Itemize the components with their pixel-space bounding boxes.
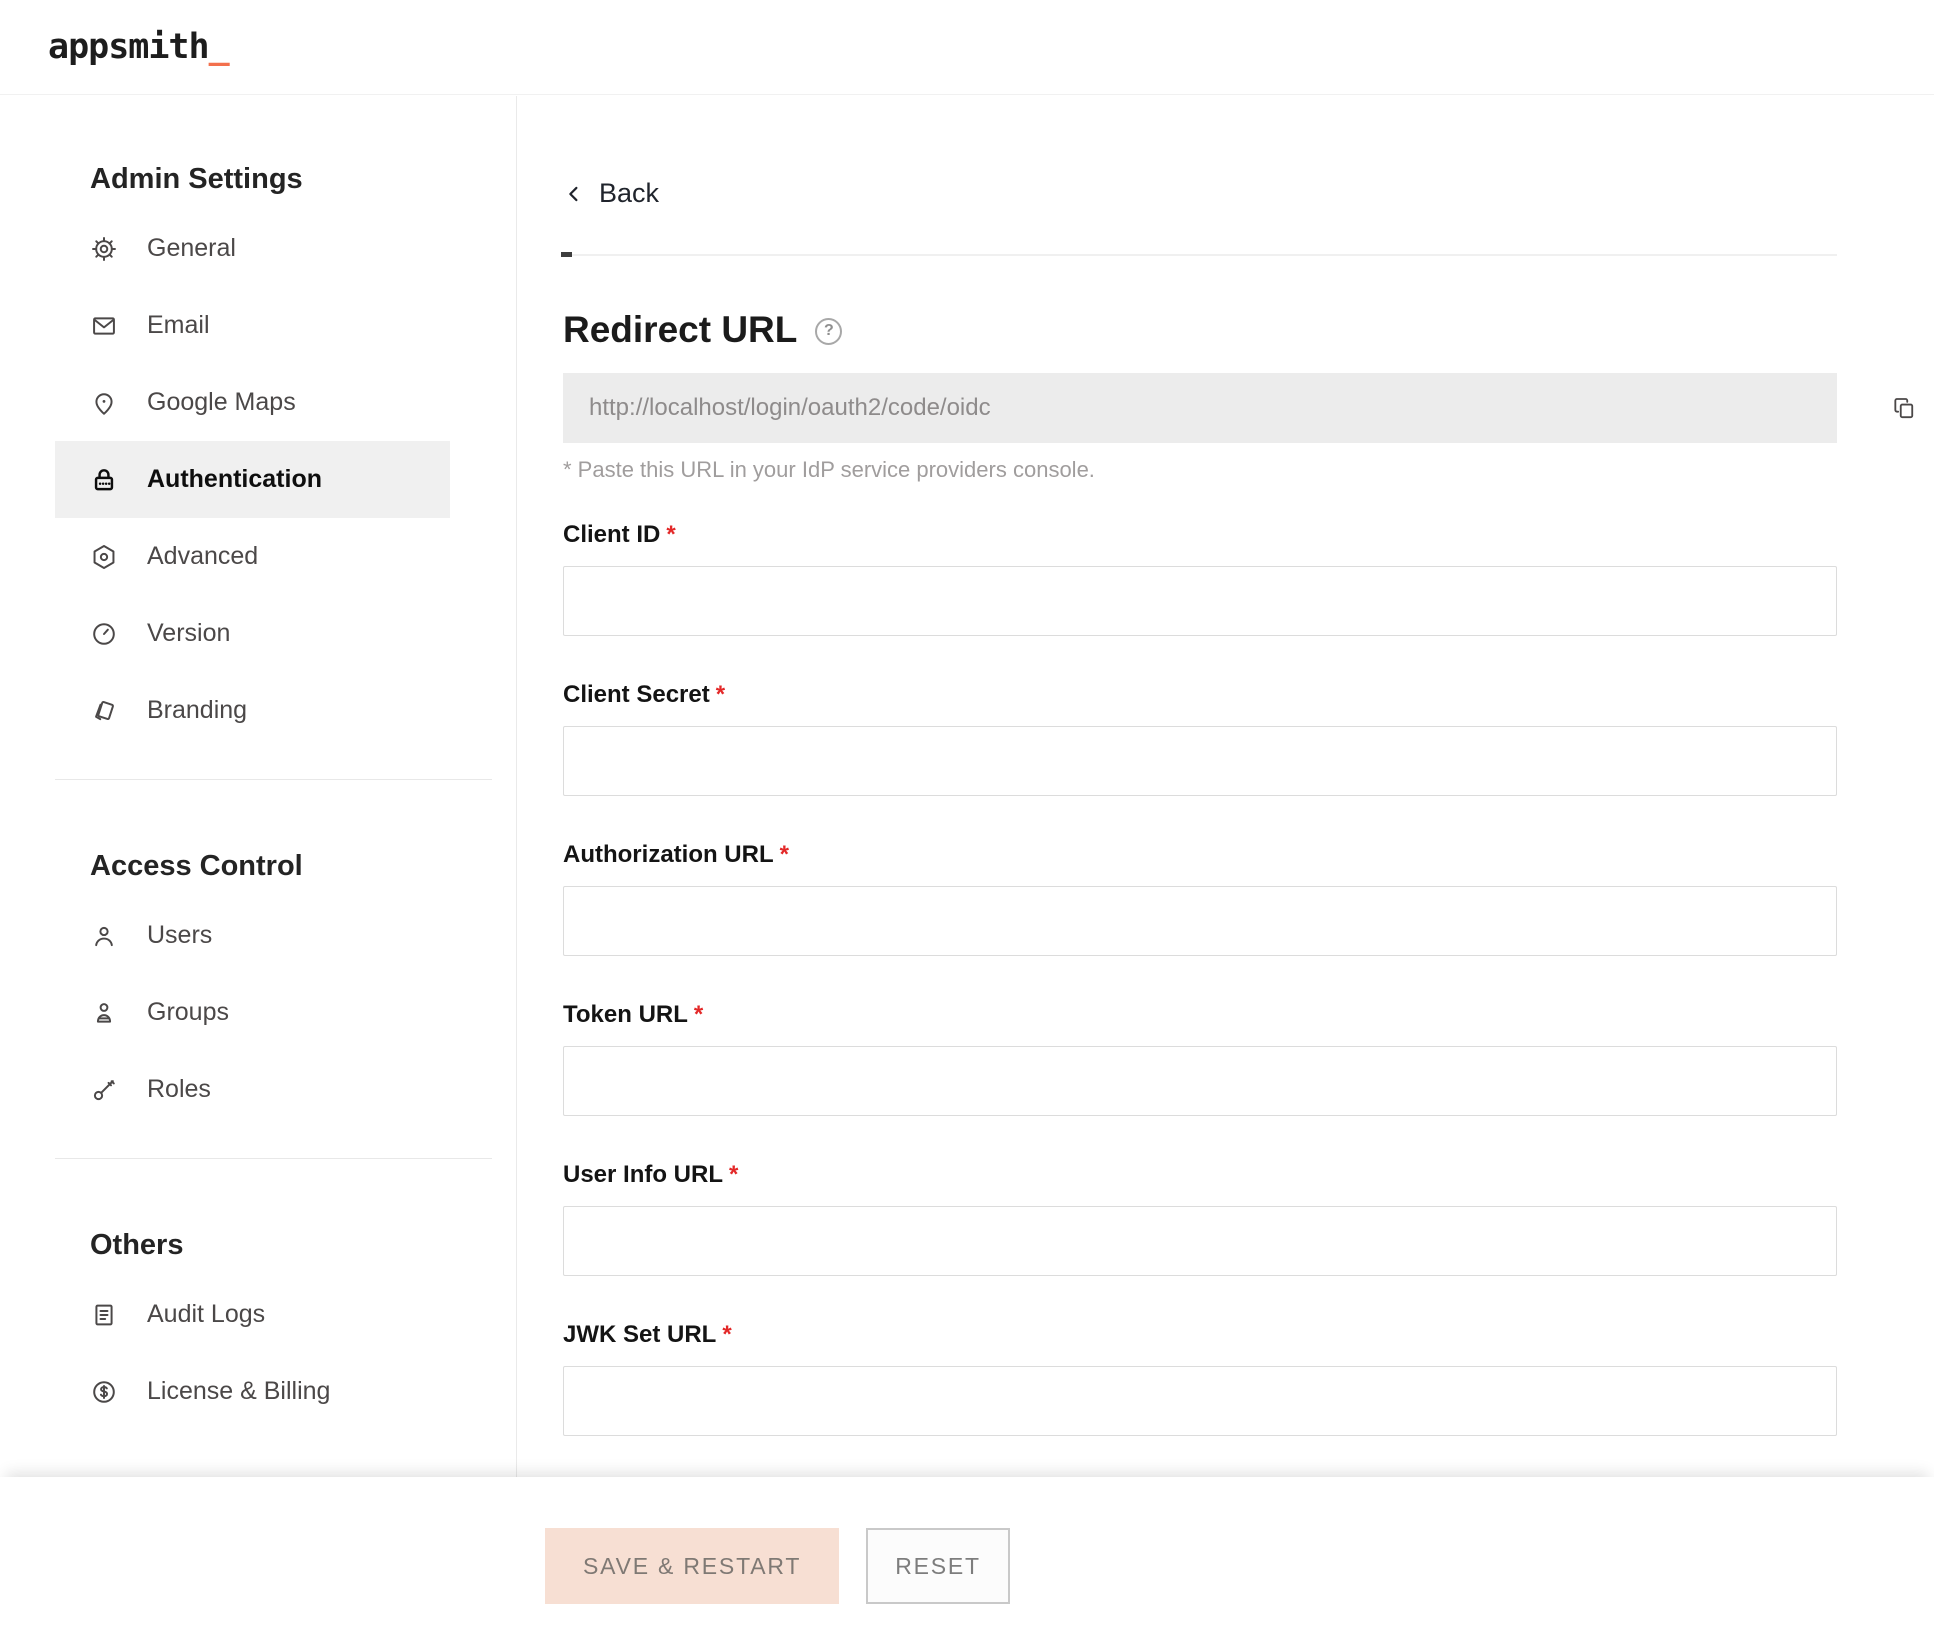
required-marker: * <box>666 521 675 548</box>
user-group-icon <box>90 999 118 1027</box>
required-marker: * <box>729 1161 738 1188</box>
reset-button[interactable]: RESET <box>866 1528 1010 1604</box>
required-marker: * <box>722 1321 731 1348</box>
logo-text: appsmith <box>48 27 209 67</box>
client-secret-input[interactable] <box>563 726 1837 796</box>
sidebar-section-access-control: Access Control <box>90 849 516 883</box>
sidebar-item-label: Groups <box>147 998 229 1027</box>
sidebar-item-label: Branding <box>147 696 247 725</box>
file-list-icon <box>90 1301 118 1329</box>
sidebar-item-label: General <box>147 234 236 263</box>
sidebar-item-license-billing[interactable]: License & Billing <box>0 1353 516 1430</box>
sidebar-item-audit-logs[interactable]: Audit Logs <box>0 1276 516 1353</box>
sidebar-item-users[interactable]: Users <box>0 897 516 974</box>
sidebar-item-label: Version <box>147 619 230 648</box>
lock-icon <box>90 466 118 494</box>
required-marker: * <box>694 1001 703 1028</box>
required-marker: * <box>780 841 789 868</box>
sidebar-item-version[interactable]: Version <box>0 595 516 672</box>
page-title: Redirect URL <box>563 308 797 352</box>
field-label: Authorization URL* <box>563 841 1837 869</box>
hexagon-nut-icon <box>90 543 118 571</box>
sidebar-item-general[interactable]: General <box>0 210 516 287</box>
divider-dash <box>561 252 572 257</box>
sidebar-item-advanced[interactable]: Advanced <box>0 518 516 595</box>
field-label: User Info URL* <box>563 1161 1837 1189</box>
sidebar: Admin Settings General Email Google Maps… <box>0 96 517 1477</box>
sidebar-item-roles[interactable]: Roles <box>0 1051 516 1128</box>
back-label: Back <box>599 178 659 209</box>
user-info-url-input[interactable] <box>563 1206 1837 1276</box>
field-client-secret: Client Secret* <box>563 681 1837 796</box>
required-marker: * <box>716 681 725 708</box>
copy-icon[interactable] <box>1891 395 1917 421</box>
chevron-left-icon <box>563 183 585 205</box>
back-button[interactable]: Back <box>563 178 659 209</box>
client-id-input[interactable] <box>563 566 1837 636</box>
field-token-url: Token URL* <box>563 1001 1837 1116</box>
token-url-input[interactable] <box>563 1046 1837 1116</box>
redirect-url-hint: * Paste this URL in your IdP service pro… <box>563 457 1934 483</box>
field-label: Token URL* <box>563 1001 1837 1029</box>
field-user-info-url: User Info URL* <box>563 1161 1837 1276</box>
swatch-icon <box>90 697 118 725</box>
mail-icon <box>90 312 118 340</box>
jwk-set-url-input[interactable] <box>563 1366 1837 1436</box>
field-authorization-url: Authorization URL* <box>563 841 1837 956</box>
sidebar-item-label: Advanced <box>147 542 258 571</box>
footer-action-bar: SAVE & RESTART RESET <box>0 1477 1934 1648</box>
sidebar-item-authentication[interactable]: Authentication <box>55 441 450 518</box>
sidebar-item-google-maps[interactable]: Google Maps <box>0 364 516 441</box>
dollar-circle-icon <box>90 1378 118 1406</box>
authorization-url-input[interactable] <box>563 886 1837 956</box>
section-divider <box>563 254 1837 256</box>
sidebar-item-label: License & Billing <box>147 1377 330 1406</box>
logo-underscore: _ <box>209 27 229 67</box>
sidebar-item-label: Authentication <box>147 465 322 494</box>
sidebar-item-label: Roles <box>147 1075 211 1104</box>
redirect-url-input[interactable] <box>563 373 1837 443</box>
sidebar-section-admin-settings: Admin Settings <box>90 162 516 196</box>
sidebar-divider <box>55 779 492 780</box>
sidebar-divider <box>55 1158 492 1159</box>
field-client-id: Client ID* <box>563 521 1837 636</box>
field-jwk-set-url: JWK Set URL* <box>563 1321 1837 1436</box>
save-restart-button[interactable]: SAVE & RESTART <box>545 1528 839 1604</box>
key-icon <box>90 1076 118 1104</box>
appsmith-logo: appsmith_ <box>48 27 229 67</box>
field-label: JWK Set URL* <box>563 1321 1837 1349</box>
sidebar-item-email[interactable]: Email <box>0 287 516 364</box>
settings-content: Back Redirect URL ? * Paste this URL in … <box>517 96 1934 1477</box>
sidebar-section-others: Others <box>90 1228 516 1262</box>
gear-icon <box>90 235 118 263</box>
sidebar-item-branding[interactable]: Branding <box>0 672 516 749</box>
field-label: Client Secret* <box>563 681 1837 709</box>
clock-icon <box>90 620 118 648</box>
sidebar-item-label: Google Maps <box>147 388 296 417</box>
sidebar-item-label: Email <box>147 311 210 340</box>
sidebar-item-label: Audit Logs <box>147 1300 265 1329</box>
app-header: appsmith_ <box>0 0 1934 95</box>
user-icon <box>90 922 118 950</box>
field-label: Client ID* <box>563 521 1837 549</box>
sidebar-item-label: Users <box>147 921 212 950</box>
help-icon[interactable]: ? <box>815 318 842 345</box>
map-pin-icon <box>90 389 118 417</box>
sidebar-item-groups[interactable]: Groups <box>0 974 516 1051</box>
